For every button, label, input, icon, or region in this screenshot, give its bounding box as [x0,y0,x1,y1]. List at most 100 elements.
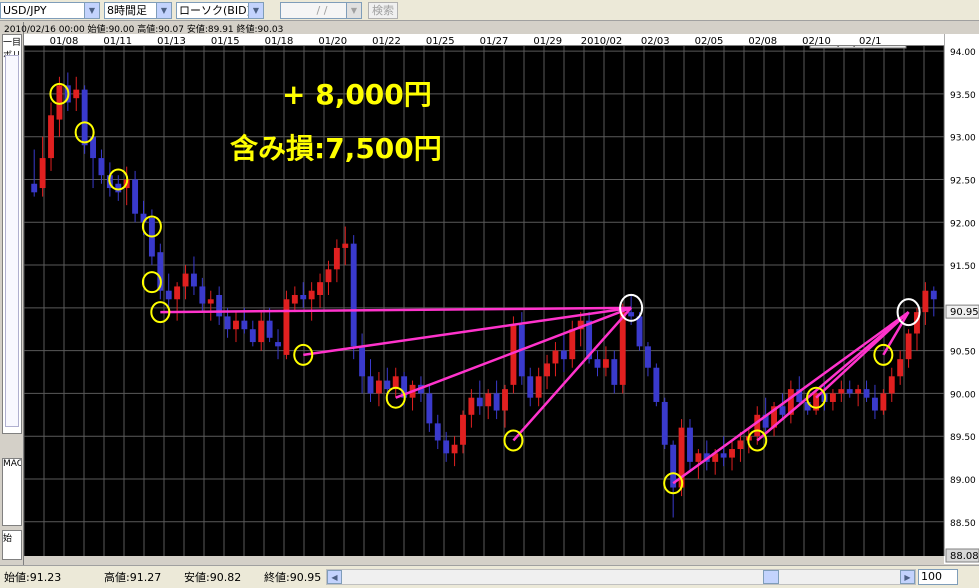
candle-body [249,329,256,343]
candle-body [880,393,887,411]
y-tick-label: 88.50 [950,519,976,529]
candle-body [687,427,693,462]
candle-body [754,414,761,437]
scroll-left-icon[interactable]: ◀ [327,570,342,584]
candle-body [275,342,281,347]
timeframe-label: 8時間足 [107,4,147,17]
candle-body [31,183,38,193]
candle-body [779,406,786,415]
candle-body [48,115,54,159]
candle-body [291,295,298,304]
candle-body [308,290,315,300]
candle-body [594,359,601,368]
toolbar: USD/JPY ▼ 8時間足 ▼ ローソク(BID) ▼ / / ▼ 検索 [0,0,979,21]
chart-type-label: ローソク(BID) [179,4,251,17]
candle-body [930,290,937,300]
currency-pair-select[interactable]: USD/JPY ▼ [0,2,100,19]
candle-body [73,89,80,99]
x-tick-label: 02/05 [695,36,724,46]
candle-body [174,286,181,300]
y-tick-label: 90.50 [950,348,976,358]
candle-body [426,393,433,424]
y-tick-label: 91.50 [950,262,976,272]
x-tick-label: 02/1 [859,36,881,46]
candle-body [443,440,450,454]
candle-body [191,273,197,287]
candle-body [695,453,702,462]
candle-body [922,290,929,313]
scroll-right-icon[interactable]: ▶ [900,570,915,584]
candle-body [367,376,374,394]
y-tick-label: 90.00 [950,390,976,400]
chevron-down-icon: ▼ [346,3,361,18]
horizontal-scrollbar[interactable]: ◀ ▶ [326,569,916,585]
y-tick-label: 93.00 [950,134,976,144]
candle-body [611,359,618,385]
indicator-panel-top[interactable]: 一目 ボリ [2,34,22,434]
indicator-panel-macd[interactable]: MAC [2,458,22,526]
candle-body [485,393,492,407]
last-price-label: 90.95 [950,307,979,318]
y-tick-label: 94.00 [950,48,976,58]
zoom-select[interactable]: 100 [918,569,958,585]
x-tick-label: 01/27 [480,36,509,46]
candle-body [737,440,744,450]
candle-body [897,359,904,377]
candle-body [645,346,651,368]
candle-body [375,380,382,394]
x-tick-label: 01/11 [103,36,132,46]
bottom-price-label: 88.08 [950,551,979,562]
candle-body [224,316,231,330]
candle-body [619,312,626,385]
candle-body [720,453,727,458]
scroll-thumb[interactable] [763,570,779,584]
candle-body [905,333,912,360]
y-tick-label: 89.00 [950,476,976,486]
candle-body [468,397,475,415]
candle-body [39,158,46,189]
candle-body [602,359,609,368]
ohlc-header-readout: 2010/02/16 00:00 始値:90.00 高値:90.07 安値:89… [4,25,284,35]
candle-body [544,363,550,377]
date-input-value: / / [316,4,328,17]
candle-body [266,320,273,338]
candle-body [636,316,643,347]
date-input[interactable]: / / ▼ [280,2,362,19]
chevron-down-icon: ▼ [156,3,171,18]
chart-type-select[interactable]: ローソク(BID) ▼ [176,2,264,19]
candle-body [502,389,508,411]
candle-body [359,346,366,377]
candle-body [535,376,542,398]
candle-body [888,376,895,394]
candle-body [81,89,88,146]
x-tick-label: 01/25 [426,36,455,46]
candle-body [325,269,332,283]
x-tick-label: 02/10 [802,36,831,46]
currency-pair-label: USD/JPY [3,4,47,17]
timeframe-select[interactable]: 8時間足 ▼ [104,2,172,19]
x-tick-label: 02/08 [748,36,777,46]
y-tick-label: 89.50 [950,433,976,443]
candle-body [560,350,567,360]
candle-body [653,367,660,402]
candle-body [258,320,265,343]
candle-body [552,350,559,364]
x-tick-label: 01/29 [533,36,562,46]
annotation-unrealized-loss: 含み損:7,500円 [230,132,442,165]
candlestick-chart[interactable]: 94.0093.5093.0092.5092.0091.5091.0090.50… [24,34,979,564]
candle-body [342,243,349,248]
indicator-label-ichimoku: 一目 [3,38,22,48]
candle-body [300,295,307,300]
y-tick-label: 93.50 [950,91,976,101]
search-button[interactable]: 検索 [368,2,398,19]
candle-body [838,389,845,394]
status-close: 終値:90.95 [264,571,322,584]
candle-body [132,179,139,214]
indicator-label-open: 始 [3,534,13,544]
x-tick-label: 02/03 [641,36,670,46]
candle-body [182,273,189,287]
x-tick-label: 01/15 [211,36,240,46]
candle-body [350,243,357,347]
candle-body [846,389,853,394]
status-open: 始値:91.23 [4,571,62,584]
